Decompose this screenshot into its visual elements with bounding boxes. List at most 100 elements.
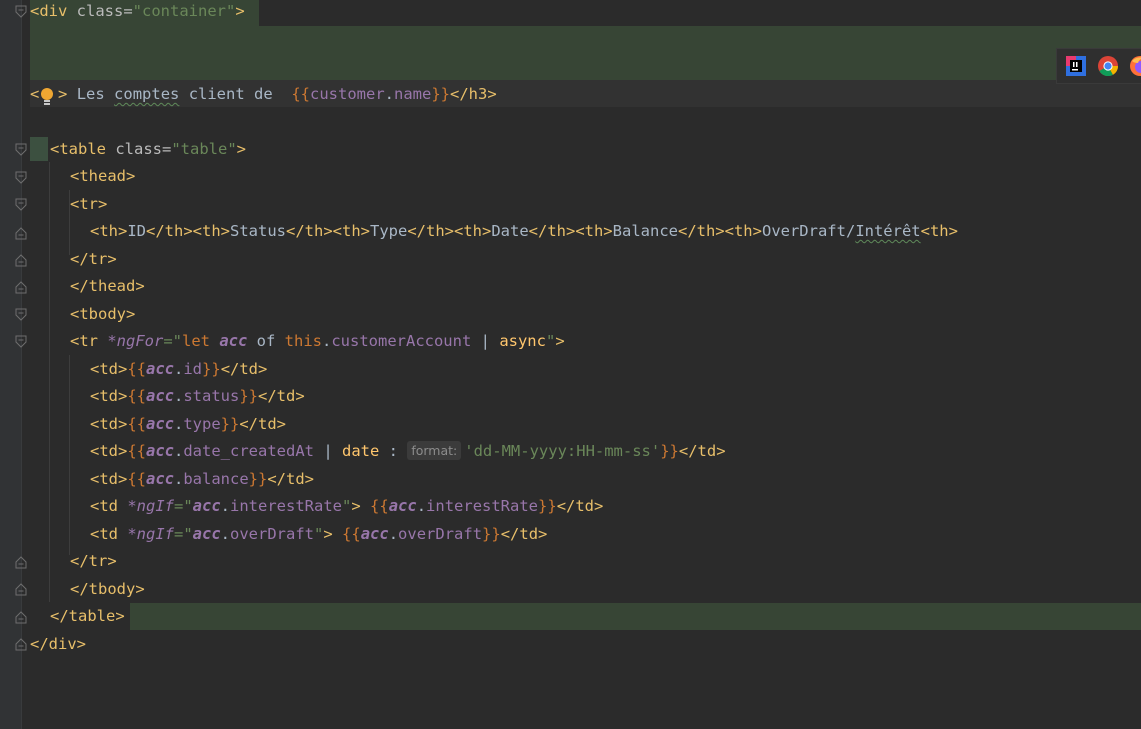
code-line-7[interactable]: </tr>	[70, 246, 117, 273]
fold-marker-icon[interactable]	[15, 637, 27, 651]
firefox-icon[interactable]	[1129, 55, 1141, 77]
code-line-6[interactable]: <th>ID</th><th>Status</th><th>Type</th><…	[90, 218, 958, 245]
text-token: .	[416, 497, 427, 515]
fold-marker-icon[interactable]	[15, 226, 27, 240]
text-token: .	[174, 387, 184, 405]
variable-token: acc	[360, 525, 389, 543]
string-token: ="	[163, 332, 182, 350]
fold-marker-icon[interactable]	[15, 143, 27, 157]
text-token: Les	[67, 85, 115, 103]
tag-token: </h3>	[450, 85, 497, 103]
code-line-5[interactable]: <tr>	[70, 191, 107, 218]
tag-token: >	[236, 140, 246, 158]
tag-token: <td>	[90, 415, 128, 433]
code-line-1[interactable]: <div class="container">	[30, 0, 245, 25]
property-token: interestRate	[230, 497, 342, 515]
interpolation-token: }}	[202, 360, 221, 378]
text-token: client de	[179, 85, 292, 103]
keyword-token: let	[182, 332, 220, 350]
text-token: .	[174, 415, 184, 433]
string-token: "container"	[132, 2, 236, 20]
text-token: Intérêt	[855, 222, 921, 240]
tag-token: </th><th>	[146, 222, 230, 240]
code-line-16[interactable]: <td *ngIf="acc.interestRate"> {{acc.inte…	[90, 493, 603, 520]
fold-marker-icon[interactable]	[15, 335, 27, 349]
fold-marker-icon[interactable]	[15, 253, 27, 267]
indent-guide	[69, 355, 70, 555]
browser-preview-bar	[1056, 48, 1141, 84]
tag-token: </td>	[556, 497, 604, 515]
fold-marker-icon[interactable]	[15, 198, 27, 212]
code-line-15[interactable]: <td>{{acc.balance}}</td>	[90, 466, 314, 493]
tag-token: <td>	[90, 442, 128, 460]
line-highlight	[130, 603, 1141, 630]
code-line-3[interactable]: <table class="table">	[50, 136, 246, 163]
code-line-14[interactable]: <td>{{acc.date_createdAt | date : format…	[90, 438, 726, 465]
interpolation-token: }}	[482, 525, 501, 543]
variable-token: acc	[388, 497, 417, 515]
tag-token: </th><th>	[407, 222, 492, 240]
text-token: .	[174, 442, 184, 460]
tag-token: <	[30, 85, 40, 103]
lightbulb-icon[interactable]	[39, 87, 55, 107]
interpolation-token: }}	[220, 415, 240, 433]
property-token: date_createdAt	[183, 442, 314, 460]
variable-token: acc	[219, 332, 248, 350]
text-token: .	[174, 360, 184, 378]
fold-marker-icon[interactable]	[15, 582, 27, 596]
interpolation-token: {{	[127, 360, 146, 378]
string-token: 'dd-MM-yyyy:HH-mm-ss'	[464, 442, 661, 460]
keyword-token: this	[284, 332, 322, 350]
text-token: :	[379, 442, 408, 460]
tag-token: <div	[30, 2, 77, 20]
fold-marker-icon[interactable]	[15, 308, 27, 322]
interpolation-token: }}	[248, 470, 268, 488]
property-token: overDraft	[230, 525, 315, 543]
code-line-9[interactable]: <tbody>	[70, 301, 135, 328]
property-token: type	[183, 415, 221, 433]
tag-token: </th><th>	[286, 222, 370, 240]
text-token: ID	[127, 222, 146, 240]
pipe-token: async	[499, 332, 546, 350]
tag-token: <td>	[90, 360, 128, 378]
text-token: of	[247, 332, 285, 350]
chrome-icon[interactable]	[1097, 55, 1119, 77]
text-token: .	[384, 85, 395, 103]
code-line-21[interactable]: </div>	[30, 631, 86, 658]
code-line-20[interactable]: </table>	[50, 603, 125, 630]
tag-token: >	[58, 85, 68, 103]
variable-token: acc	[192, 497, 221, 515]
code-line-4[interactable]: <thead>	[70, 163, 135, 190]
code-line-17[interactable]: <td *ngIf="acc.overDraft"> {{acc.overDra…	[90, 521, 547, 548]
fold-marker-icon[interactable]	[15, 610, 27, 624]
code-editor[interactable]: <div class="container"> <h3> Les comptes…	[0, 0, 1141, 729]
text-token: .	[220, 497, 231, 515]
code-line-18[interactable]: </tr>	[70, 548, 117, 575]
interpolation-token: {{	[342, 525, 361, 543]
variable-token: acc	[146, 470, 174, 488]
tag-token: </td>	[500, 525, 548, 543]
jetbrains-icon[interactable]	[1065, 55, 1087, 77]
code-line-10[interactable]: <tr *ngFor="let acc of this.customerAcco…	[70, 328, 565, 355]
property-token: name	[394, 85, 432, 103]
variable-token: acc	[146, 442, 174, 460]
fold-marker-icon[interactable]	[15, 171, 27, 185]
code-line-19[interactable]: </tbody>	[70, 576, 145, 603]
text-token: Balance	[612, 222, 678, 240]
string-token: "	[545, 332, 556, 350]
code-line-2[interactable]: <h3> Les comptes client de {{customer.na…	[30, 81, 497, 108]
code-line-13[interactable]: <td>{{acc.type}}</td>	[90, 411, 286, 438]
interpolation-token: {{	[127, 442, 146, 460]
code-line-12[interactable]: <td>{{acc.status}}</td>	[90, 383, 305, 410]
fold-marker-icon[interactable]	[15, 555, 27, 569]
tag-token: </td>	[239, 415, 287, 433]
pipe-token: date	[342, 442, 380, 460]
fold-marker-icon[interactable]	[15, 280, 27, 294]
property-token: balance	[183, 470, 249, 488]
code-line-11[interactable]: <td>{{acc.id}}</td>	[90, 356, 267, 383]
code-line-8[interactable]: </thead>	[70, 273, 145, 300]
fold-marker-icon[interactable]	[15, 5, 27, 19]
text-token: Date	[491, 222, 529, 240]
text-token: |	[471, 332, 500, 350]
variable-token: customer	[310, 85, 385, 103]
